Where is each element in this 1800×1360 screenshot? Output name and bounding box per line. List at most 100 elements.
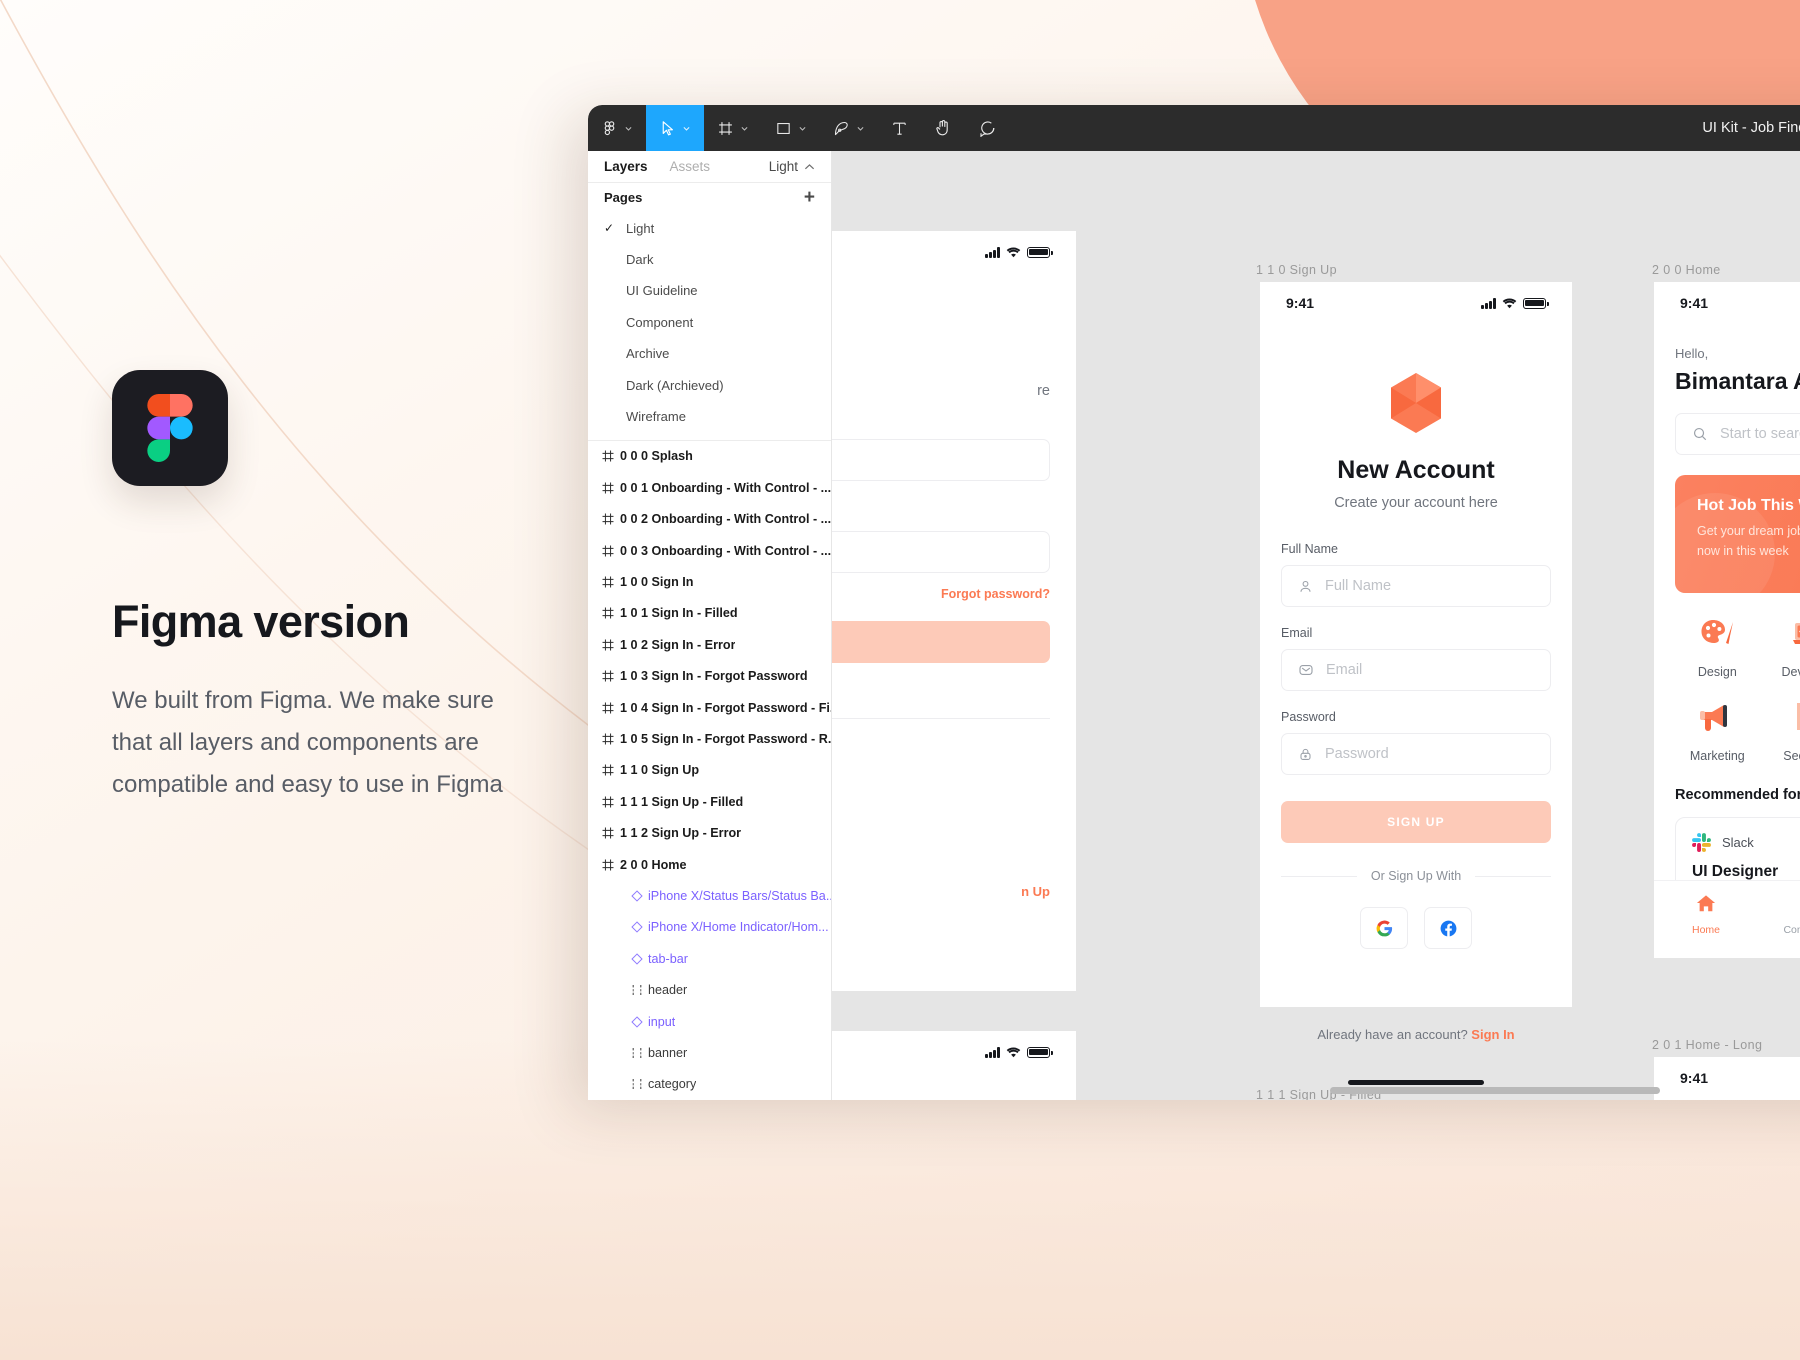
category-secretary[interactable]: Secretary — [1768, 701, 1800, 763]
layer-label: 0 0 3 Onboarding - With Control - ... — [620, 543, 831, 558]
frame-label-110-sign-up[interactable]: 1 1 0 Sign Up — [1256, 263, 1337, 277]
pages-header: Pages + — [588, 183, 831, 212]
layer-label: input — [648, 1014, 676, 1029]
artboard-200-home[interactable]: 9:41 Hello, Bimantara Afif Start to sear… — [1654, 282, 1800, 958]
layer-label: iPhone X/Home Indicator/Hom... — [648, 920, 829, 935]
frame-icon — [596, 764, 620, 776]
layer-row[interactable]: iPhone X/Home Indicator/Hom... — [588, 912, 831, 943]
layer-row[interactable]: 0 0 2 Onboarding - With Control - ... — [588, 504, 831, 535]
artboard-201-home-long[interactable]: 9:41 Hello, Bimantara Afif — [1654, 1057, 1800, 1100]
layer-label: header — [648, 983, 688, 998]
category-label: Design — [1697, 665, 1737, 679]
page-item-wireframe[interactable]: Wireframe — [588, 401, 831, 432]
page-item-ui-guideline[interactable]: UI Guideline — [588, 275, 831, 306]
category-marketing[interactable]: Marketing — [1675, 701, 1760, 763]
signin-email-field[interactable] — [832, 439, 1050, 481]
email-field[interactable]: Email — [1281, 649, 1551, 691]
wifi-icon — [1006, 1047, 1021, 1057]
figma-canvas[interactable]: re Forgot password? n Up 1 1 0 Sign Up 9… — [832, 151, 1800, 1100]
divider-line-left — [1281, 875, 1357, 877]
figma-menu-button[interactable] — [588, 105, 646, 151]
layer-label: 1 0 0 Sign In — [620, 575, 694, 590]
group-icon — [626, 1047, 648, 1059]
page-item-light[interactable]: ✓ Light — [588, 212, 831, 243]
layer-row[interactable]: tab-bar — [588, 943, 831, 974]
layer-row[interactable]: category — [588, 1069, 831, 1100]
tab-home[interactable]: Home — [1654, 894, 1758, 936]
layer-row[interactable]: 2 0 0 Home — [588, 849, 831, 880]
sign-in-link[interactable]: Sign In — [1471, 1027, 1514, 1042]
layer-row[interactable]: 1 0 0 Sign In — [588, 566, 831, 597]
frame-label-201-home-long[interactable]: 2 0 1 Home - Long — [1652, 1038, 1762, 1052]
artboard-sign-in-partial[interactable]: re Forgot password? n Up — [832, 231, 1076, 991]
tab-layers[interactable]: Layers — [604, 159, 648, 174]
category-grid: Design Developer — [1675, 617, 1800, 763]
shape-tool-button[interactable] — [762, 105, 820, 151]
forgot-password-link[interactable]: Forgot password? — [832, 587, 1050, 601]
page-item-archive[interactable]: Archive — [588, 338, 831, 369]
tab-bar: Home Companies Activ — [1654, 880, 1800, 958]
horizontal-scrollbar[interactable] — [1330, 1087, 1660, 1094]
signin-prompt: Already have an account? Sign In — [1281, 1027, 1551, 1042]
hot-job-banner[interactable]: Hot Job This Wee Get your dream jobnow i… — [1675, 475, 1800, 593]
page-item-dark[interactable]: Dark — [588, 244, 831, 275]
page-theme-selector[interactable]: Light — [769, 159, 815, 174]
laptop-code-icon — [1792, 623, 1800, 644]
page-label: Dark — [626, 251, 654, 267]
pen-tool-button[interactable] — [820, 105, 878, 151]
move-tool-button[interactable] — [646, 105, 704, 151]
mail-icon — [1299, 665, 1313, 675]
text-tool-button[interactable] — [878, 105, 921, 151]
layer-row[interactable]: banner — [588, 1037, 831, 1068]
search-placeholder: Start to search yo — [1720, 426, 1800, 442]
category-developer[interactable]: Developer — [1768, 617, 1800, 679]
artboard-110-sign-up[interactable]: 9:41 New Account Create your account her… — [1260, 282, 1572, 1085]
hand-tool-button[interactable] — [921, 105, 965, 151]
layer-row[interactable]: 0 0 0 Splash — [588, 441, 831, 472]
layer-row[interactable]: 1 0 4 Sign In - Forgot Password - Fi... — [588, 692, 831, 723]
signin-password-field[interactable] — [832, 531, 1050, 573]
facebook-signup-button[interactable] — [1424, 907, 1472, 949]
sign-up-button[interactable]: SIGN UP — [1281, 801, 1551, 843]
signin-prompt-text: Already have an account? — [1317, 1027, 1468, 1042]
layer-label: 0 0 2 Onboarding - With Control - ... — [620, 512, 831, 527]
page-item-dark-archived[interactable]: Dark (Archieved) — [588, 369, 831, 400]
google-signup-button[interactable] — [1360, 907, 1408, 949]
signin-signup-link[interactable]: n Up — [832, 884, 1050, 899]
layer-row[interactable]: 1 1 0 Sign Up — [588, 755, 831, 786]
layer-row[interactable]: 0 0 3 Onboarding - With Control - ... — [588, 535, 831, 566]
status-icons — [1481, 297, 1549, 309]
layer-row[interactable]: 1 0 3 Sign In - Forgot Password — [588, 661, 831, 692]
home-icon — [1696, 895, 1716, 912]
full-name-field[interactable]: Full Name — [1281, 565, 1551, 607]
layer-row[interactable]: 0 0 1 Onboarding - With Control - ... — [588, 472, 831, 503]
battery-icon — [1027, 246, 1053, 258]
signin-subtitle: re — [1037, 383, 1050, 399]
layer-row[interactable]: 1 0 1 Sign In - Filled — [588, 598, 831, 629]
search-input[interactable]: Start to search yo — [1675, 413, 1800, 455]
tab-companies[interactable]: Companies — [1758, 894, 1800, 936]
frame-label-200-home[interactable]: 2 0 0 Home — [1652, 263, 1721, 277]
layer-row[interactable]: input — [588, 1006, 831, 1037]
tab-assets[interactable]: Assets — [670, 159, 711, 174]
layer-row[interactable]: 1 1 2 Sign Up - Error — [588, 817, 831, 848]
add-page-button[interactable]: + — [804, 188, 815, 207]
layer-label: iPhone X/Status Bars/Status Ba... — [648, 888, 831, 903]
comment-tool-button[interactable] — [965, 105, 1009, 151]
layer-row[interactable]: 1 0 2 Sign In - Error — [588, 629, 831, 660]
layer-row[interactable]: iPhone X/Status Bars/Status Ba... — [588, 880, 831, 911]
signin-divider — [832, 718, 1050, 719]
layers-list: 0 0 0 Splash 0 0 1 Onboarding - With Cont… — [588, 441, 831, 1100]
page-label: Component — [626, 314, 694, 330]
layer-row[interactable]: 1 1 1 Sign Up - Filled — [588, 786, 831, 817]
layer-row[interactable]: header — [588, 974, 831, 1005]
artboard-sign-in-lower-partial[interactable] — [832, 1031, 1076, 1100]
layer-row[interactable]: 1 0 5 Sign In - Forgot Password - R... — [588, 723, 831, 754]
page-label: Dark (Archieved) — [626, 377, 724, 393]
frame-tool-button[interactable] — [704, 105, 762, 151]
page-item-component[interactable]: Component — [588, 307, 831, 338]
frame-icon — [596, 733, 620, 745]
signin-submit-button[interactable] — [832, 621, 1050, 663]
password-field[interactable]: Password — [1281, 733, 1551, 775]
category-design[interactable]: Design — [1675, 617, 1760, 679]
